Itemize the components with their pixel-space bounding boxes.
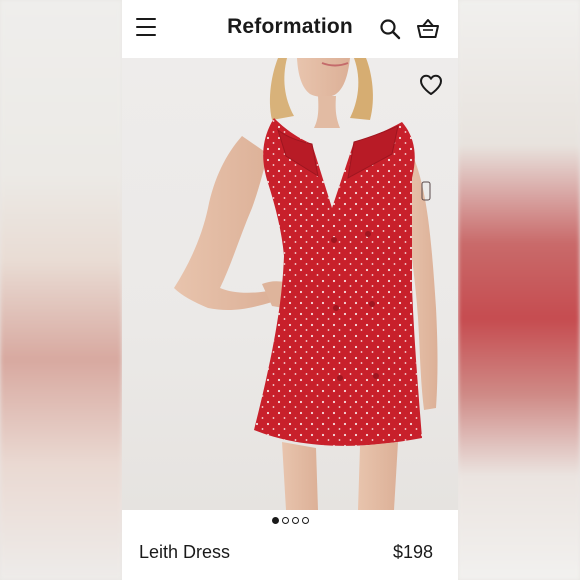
heart-icon[interactable]	[418, 72, 444, 98]
carousel-dot-3[interactable]	[291, 516, 299, 524]
product-image-carousel[interactable]	[122, 58, 458, 510]
cart-icon[interactable]	[415, 16, 441, 42]
product-name: Leith Dress	[139, 542, 231, 562]
background-blur-right	[458, 0, 580, 580]
top-nav-bar: Reformation	[122, 0, 458, 58]
search-icon[interactable]	[378, 17, 402, 41]
product-photo	[174, 58, 438, 510]
carousel-dot-2[interactable]	[281, 516, 289, 524]
product-price: $198	[392, 542, 433, 562]
carousel-dot-1[interactable]	[271, 516, 279, 524]
carousel-dot-4[interactable]	[301, 516, 309, 524]
brand-logo[interactable]: Reformation	[122, 15, 458, 39]
carousel-indicator	[122, 514, 458, 526]
background-blur-left	[0, 0, 122, 580]
app-screen: Reformation Leith Dress $198	[122, 0, 458, 580]
